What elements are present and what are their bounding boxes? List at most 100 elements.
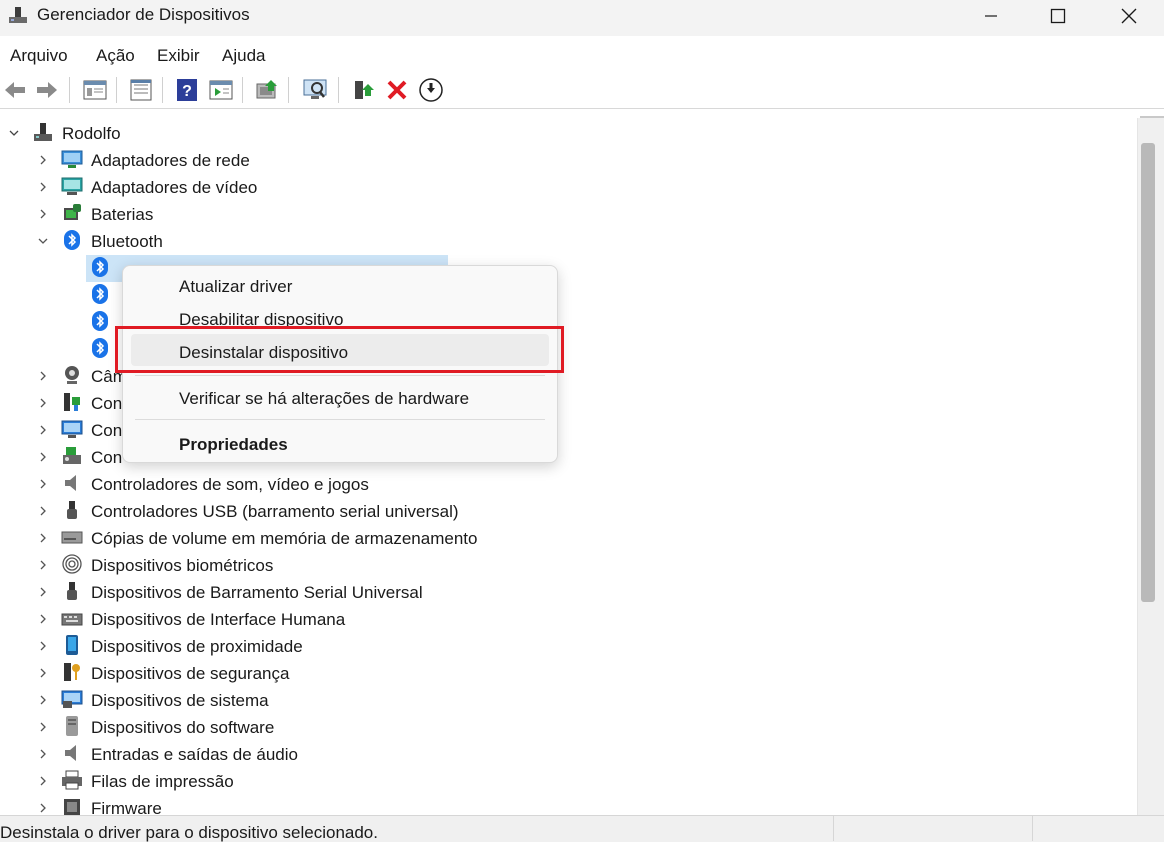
tree-item[interactable]: Bluetooth	[0, 227, 700, 254]
speaker-icon	[61, 472, 83, 494]
chevron-right-icon[interactable]	[37, 424, 49, 436]
printer-icon	[61, 769, 83, 791]
minimize-button[interactable]	[962, 0, 1020, 32]
chevron-right-icon[interactable]	[37, 532, 49, 544]
forward-icon[interactable]	[34, 77, 60, 103]
window-title: Gerenciador de Dispositivos	[37, 5, 250, 24]
network-adapter-icon	[61, 148, 83, 170]
tree-item[interactable]: Dispositivos de sistema	[0, 686, 700, 713]
back-icon[interactable]	[2, 77, 28, 103]
title-bar: Gerenciador de Dispositivos	[0, 0, 1164, 36]
chevron-right-icon[interactable]	[37, 208, 49, 220]
tree-item[interactable]: Dispositivos biométricos	[0, 551, 700, 578]
show-hide-console-icon[interactable]	[82, 77, 108, 103]
scrollbar-thumb[interactable]	[1141, 143, 1155, 602]
usb-icon	[61, 580, 83, 602]
keyboard-icon	[61, 607, 83, 629]
status-divider	[833, 815, 834, 841]
tree-item-label: Dispositivos biométricos	[91, 556, 274, 575]
menu-ajuda[interactable]: Ajuda	[222, 46, 265, 66]
fingerprint-icon	[61, 553, 83, 575]
tree-item[interactable]: Dispositivos de segurança	[0, 659, 700, 686]
chevron-right-icon[interactable]	[37, 586, 49, 598]
tree-item[interactable]: Baterias	[0, 200, 700, 227]
tree-item[interactable]: Adaptadores de rede	[0, 146, 700, 173]
properties-icon[interactable]	[128, 77, 154, 103]
help-icon[interactable]: ?	[174, 77, 200, 103]
enable-device-icon[interactable]	[350, 77, 376, 103]
battery-icon	[61, 202, 83, 224]
tree-item[interactable]: Dispositivos do software	[0, 713, 700, 740]
menu-acao[interactable]: Ação	[96, 46, 135, 66]
tree-item[interactable]: Cópias de volume em memória de armazenam…	[0, 524, 700, 551]
firmware-icon	[61, 796, 83, 816]
bluetooth-icon[interactable]	[89, 283, 111, 305]
tree-item[interactable]: Filas de impressão	[0, 767, 700, 794]
uninstall-device-icon[interactable]	[384, 77, 410, 103]
maximize-button[interactable]	[1029, 0, 1087, 32]
tree-item[interactable]: Entradas e saídas de áudio	[0, 740, 700, 767]
update-driver-icon[interactable]	[254, 77, 280, 103]
close-button[interactable]	[1100, 0, 1158, 32]
tree-item-label: Con	[91, 394, 123, 413]
menu-exibir[interactable]: Exibir	[157, 46, 200, 66]
download-driver-icon[interactable]	[418, 77, 444, 103]
tree-item-label: Entradas e saídas de áudio	[91, 745, 298, 764]
tree-item[interactable]: Dispositivos de proximidade	[0, 632, 700, 659]
chevron-right-icon[interactable]	[37, 559, 49, 571]
chevron-right-icon[interactable]	[37, 613, 49, 625]
tree-item[interactable]: Controladores de som, vídeo e jogos	[0, 470, 700, 497]
toolbar: ?	[0, 72, 1164, 109]
tree-root[interactable]: Rodolfo	[0, 119, 300, 146]
chevron-right-icon[interactable]	[37, 667, 49, 679]
chevron-down-icon[interactable]	[8, 127, 20, 139]
menu-update-driver[interactable]: Atualizar driver	[179, 277, 292, 297]
chevron-right-icon[interactable]	[37, 775, 49, 787]
monitor-icon	[61, 418, 83, 440]
computer-icon	[32, 121, 54, 143]
tree-item[interactable]: Adaptadores de vídeo	[0, 173, 700, 200]
tree-item-label: Dispositivos de segurança	[91, 664, 290, 683]
highlight-annotation	[115, 326, 564, 373]
chevron-right-icon[interactable]	[37, 370, 49, 382]
display-adapter-icon	[61, 175, 83, 197]
tree-item[interactable]: Controladores USB (barramento serial uni…	[0, 497, 700, 524]
tree-item-label: Adaptadores de rede	[91, 151, 250, 170]
chevron-right-icon[interactable]	[37, 397, 49, 409]
action-pane-icon[interactable]	[208, 77, 234, 103]
scan-hardware-icon[interactable]	[302, 77, 328, 103]
tree-item[interactable]: Firmware	[0, 794, 700, 816]
chevron-right-icon[interactable]	[37, 181, 49, 193]
chevron-right-icon[interactable]	[37, 721, 49, 733]
chevron-right-icon[interactable]	[37, 640, 49, 652]
chevron-down-icon[interactable]	[37, 235, 49, 247]
tree-item[interactable]: Dispositivos de Interface Humana	[0, 605, 700, 632]
drive-icon	[61, 526, 83, 548]
tree-item-label: Dispositivos do software	[91, 718, 275, 737]
device-tree: Rodolfo Adaptadores de rede Adaptadores d…	[0, 116, 1140, 816]
chevron-right-icon[interactable]	[37, 505, 49, 517]
tree-item[interactable]: Dispositivos de Barramento Serial Univer…	[0, 578, 700, 605]
tree-item-label: Dispositivos de Interface Humana	[91, 610, 346, 629]
bluetooth-icon[interactable]	[89, 337, 111, 359]
bluetooth-icon[interactable]	[89, 256, 111, 278]
system-icon	[61, 688, 83, 710]
controller-icon	[61, 391, 83, 413]
key-icon	[61, 661, 83, 683]
chevron-right-icon[interactable]	[37, 694, 49, 706]
tree-root-label: Rodolfo	[62, 124, 121, 143]
tree-item-label: Adaptadores de vídeo	[91, 178, 258, 197]
tree-item-label: Firmware	[91, 799, 162, 816]
chevron-right-icon[interactable]	[37, 154, 49, 166]
menu-scan-hardware[interactable]: Verificar se há alterações de hardware	[179, 389, 469, 409]
tree-item-label: Cópias de volume em memória de armazenam…	[91, 529, 478, 548]
bluetooth-icon[interactable]	[89, 310, 111, 332]
menu-properties[interactable]: Propriedades	[179, 435, 288, 455]
chevron-right-icon[interactable]	[37, 802, 49, 814]
context-menu-separator	[135, 419, 545, 420]
chevron-right-icon[interactable]	[37, 748, 49, 760]
menu-arquivo[interactable]: Arquivo	[10, 46, 68, 66]
chevron-right-icon[interactable]	[37, 451, 49, 463]
software-icon	[61, 715, 83, 737]
chevron-right-icon[interactable]	[37, 478, 49, 490]
